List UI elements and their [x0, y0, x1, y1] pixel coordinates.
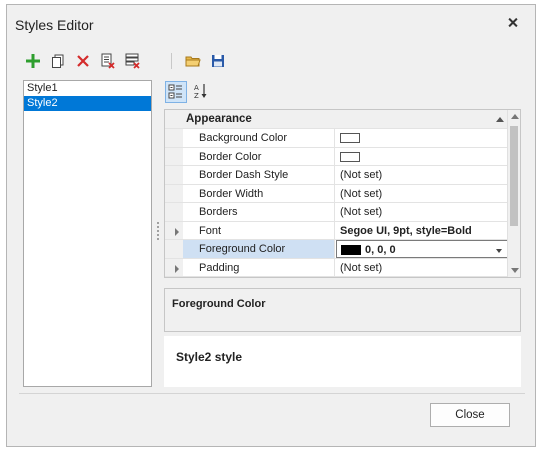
close-button[interactable]: Close: [430, 403, 510, 427]
vertical-splitter[interactable]: [156, 222, 160, 242]
style-item-label: Style1: [27, 82, 58, 94]
property-row-foreground-color[interactable]: Foreground Color 0, 0, 0: [165, 240, 508, 259]
description-title: Foreground Color: [172, 298, 266, 310]
property-row-font[interactable]: Font Segoe UI, 9pt, style=Bold: [165, 221, 508, 240]
property-value[interactable]: (Not set): [336, 259, 508, 277]
categorized-view-button[interactable]: [165, 81, 187, 103]
property-grid-rows: Appearance Background Color Border Color…: [165, 110, 508, 277]
description-panel: Foreground Color: [164, 288, 521, 332]
toolbar: [23, 51, 243, 73]
style-item-style2[interactable]: Style2: [24, 96, 151, 111]
row-gutter: [165, 240, 183, 258]
remove-unused-icon: [101, 53, 115, 69]
scroll-thumb[interactable]: [510, 126, 518, 226]
title-bar: Styles Editor: [7, 5, 535, 43]
alphabetical-sort-button[interactable]: A Z: [191, 81, 213, 103]
footer-divider: [19, 393, 525, 394]
alphabetical-sort-icon: A Z: [194, 84, 207, 100]
styles-list[interactable]: Style1 Style2: [23, 80, 152, 387]
property-row-border-color[interactable]: Border Color: [165, 147, 508, 166]
property-row-border-width[interactable]: Border Width (Not set): [165, 184, 508, 203]
scroll-down-icon[interactable]: [511, 268, 519, 273]
remove-all-icon: [125, 53, 140, 69]
add-style-button[interactable]: [23, 51, 43, 71]
categorized-view-icon: [168, 84, 182, 99]
color-swatch-icon: [340, 133, 360, 144]
property-name: Border Dash Style: [183, 166, 335, 184]
toolbar-separator: [171, 53, 172, 69]
style-preview: Style2 style: [164, 336, 521, 387]
remove-unused-styles-button[interactable]: [98, 51, 118, 71]
property-row-background-color[interactable]: Background Color: [165, 129, 508, 148]
row-gutter: [165, 258, 183, 276]
row-gutter: [165, 129, 183, 147]
row-gutter: [165, 203, 183, 221]
row-gutter: [165, 166, 183, 184]
delete-icon: [77, 55, 89, 67]
property-grid[interactable]: Appearance Background Color Border Color…: [164, 109, 521, 278]
scroll-up-icon[interactable]: [511, 114, 519, 119]
close-icon[interactable]: [505, 15, 521, 31]
property-name: Background Color: [183, 129, 335, 147]
remove-all-styles-button[interactable]: [123, 51, 143, 71]
property-name: Foreground Color: [183, 240, 335, 258]
property-grid-toolbar: A Z: [165, 81, 225, 105]
color-swatch-icon: [340, 151, 360, 162]
horizontal-splitter[interactable]: [333, 281, 353, 290]
style-item-style1[interactable]: Style1: [24, 81, 151, 96]
property-name: Padding: [183, 258, 335, 276]
preview-text: Style2 style: [176, 350, 243, 364]
svg-text:A: A: [194, 84, 199, 92]
category-label: Appearance: [186, 113, 252, 125]
property-name: Border Width: [183, 184, 335, 202]
collapse-arrow-icon[interactable]: [496, 117, 504, 122]
property-row-borders[interactable]: Borders (Not set): [165, 203, 508, 222]
property-value[interactable]: (Not set): [336, 166, 508, 184]
property-value[interactable]: [336, 148, 508, 166]
property-grid-scrollbar[interactable]: [507, 110, 520, 277]
row-gutter: [165, 147, 183, 165]
category-row-appearance[interactable]: Appearance: [165, 110, 508, 129]
property-name: Font: [183, 221, 335, 239]
copy-style-button[interactable]: [48, 51, 68, 71]
property-value[interactable]: (Not set): [336, 185, 508, 203]
property-row-padding[interactable]: Padding (Not set): [165, 258, 508, 277]
style-item-label: Style2: [27, 97, 58, 109]
foreground-color-value: 0, 0, 0: [365, 244, 396, 256]
property-name: Border Color: [183, 147, 335, 165]
dropdown-arrow-icon[interactable]: [496, 249, 502, 253]
row-gutter: [165, 221, 183, 239]
property-value[interactable]: [336, 129, 508, 147]
property-row-border-dash-style[interactable]: Border Dash Style (Not set): [165, 166, 508, 185]
add-icon: [26, 54, 40, 68]
row-gutter: [165, 184, 183, 202]
expand-arrow-icon[interactable]: [175, 264, 179, 273]
property-name: Borders: [183, 203, 335, 221]
open-styles-button[interactable]: [183, 51, 203, 71]
save-styles-button[interactable]: [208, 51, 228, 71]
color-swatch-icon: [341, 245, 361, 256]
svg-text:Z: Z: [194, 92, 199, 100]
expand-arrow-icon[interactable]: [175, 227, 179, 236]
property-value[interactable]: Segoe UI, 9pt, style=Bold: [336, 222, 508, 240]
delete-style-button[interactable]: [73, 51, 93, 71]
copy-icon: [52, 54, 64, 68]
window-title: Styles Editor: [15, 17, 94, 33]
styles-editor-dialog: Styles Editor Style1 Style2 A Z Appearan…: [6, 4, 536, 447]
save-icon: [212, 55, 224, 67]
property-value-editor[interactable]: 0, 0, 0: [336, 240, 508, 258]
open-folder-icon: [185, 56, 201, 67]
property-value[interactable]: (Not set): [336, 203, 508, 221]
